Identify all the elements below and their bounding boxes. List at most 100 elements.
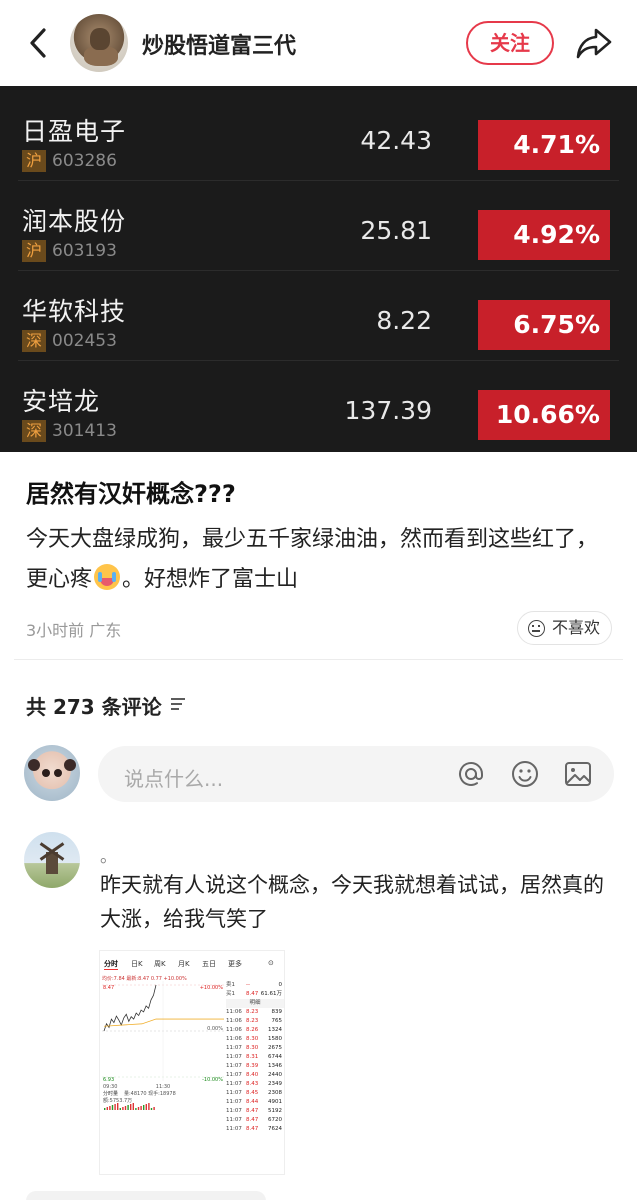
- stock-price: 25.81: [360, 216, 432, 245]
- book-cell: 1346: [268, 1063, 282, 1069]
- image-icon[interactable]: [563, 759, 593, 789]
- book-cell: 6720: [268, 1117, 282, 1123]
- exchange-badge: 深: [22, 420, 46, 442]
- volume-bar: [114, 1104, 116, 1110]
- book-cell: 11:07: [226, 1090, 242, 1096]
- book-cell: 2440: [268, 1072, 282, 1078]
- book-cell: 8.47: [246, 1117, 259, 1123]
- book-cell: 765: [271, 1018, 283, 1024]
- book-cell: 8.45: [246, 1090, 259, 1096]
- sort-icon[interactable]: [170, 697, 186, 711]
- volume-bar: [130, 1104, 132, 1110]
- volume-bar: [119, 1108, 121, 1110]
- stock-row[interactable]: 安培龙深 301413 137.39 10.66%: [0, 360, 637, 450]
- book-cell: 11:07: [226, 1045, 242, 1051]
- comment-count: 共 273 条评论: [26, 695, 162, 719]
- avatar-ear: [64, 759, 76, 771]
- trade-row: 11:07 8.47 6720: [226, 1116, 284, 1125]
- trade-row: 11:07 8.30 2675: [226, 1044, 284, 1053]
- share-icon[interactable]: [574, 24, 614, 62]
- bottom-input-pill[interactable]: [26, 1191, 266, 1200]
- my-avatar: [24, 745, 80, 801]
- volume-bar: [150, 1108, 153, 1110]
- chart-tab[interactable]: 更多: [228, 959, 242, 969]
- book-cell: 8.47: [246, 991, 259, 997]
- stock-row[interactable]: 华软科技深 002453 8.22 6.75%: [0, 270, 637, 360]
- trade-row: 11:07 8.31 6744: [226, 1053, 284, 1062]
- book-cell: 买1: [226, 991, 235, 997]
- volume-bar: [122, 1107, 124, 1110]
- book-cell: 7624: [268, 1126, 282, 1132]
- stock-code: 301413: [52, 421, 117, 441]
- volume-bar: [145, 1104, 147, 1110]
- comment-input-placeholder: 说点什么...: [124, 767, 224, 791]
- volume-bar: [140, 1106, 142, 1110]
- chart-mid-pct: 0.00%: [207, 1026, 223, 1032]
- avatar-eye: [54, 769, 62, 777]
- stock-code: 603286: [52, 151, 117, 171]
- crying-emoji-icon: [94, 564, 121, 590]
- volume-bar: [135, 1108, 137, 1110]
- book-cell: --: [246, 982, 250, 988]
- commenter-name[interactable]: 。: [100, 842, 117, 867]
- chart-tab[interactable]: 五日: [202, 959, 216, 969]
- volume-bar: [104, 1108, 106, 1110]
- book-cell: 11:06: [226, 1027, 242, 1033]
- chart-time-mid: 11:30: [156, 1084, 170, 1090]
- trade-row: 11:06 8.30 1580: [226, 1035, 284, 1044]
- exchange-badge: 沪: [22, 150, 46, 172]
- chart-top-price: 8.47: [103, 985, 114, 991]
- book-cell: 8.30: [246, 1045, 259, 1051]
- book-cell: 6744: [268, 1054, 282, 1060]
- book-cell: 卖1: [226, 982, 235, 988]
- detail-tab[interactable]: 明细: [226, 999, 284, 1008]
- book-cell: 8.26: [246, 1027, 259, 1033]
- book-cell: 2349: [268, 1081, 282, 1087]
- back-arrow-icon[interactable]: [22, 24, 56, 62]
- chart-bottom-price: 6.93: [103, 1077, 114, 1083]
- volume-bar: [148, 1103, 150, 1110]
- book-cell: 11:07: [226, 1117, 242, 1123]
- settings-icon[interactable]: ⊙: [268, 959, 274, 967]
- chart-tab[interactable]: 分时: [104, 959, 118, 970]
- commenter-avatar[interactable]: [24, 832, 80, 888]
- mention-icon[interactable]: [456, 759, 486, 789]
- book-cell: 11:07: [226, 1054, 242, 1060]
- book-cell: 11:07: [226, 1099, 242, 1105]
- trade-row: 11:06 8.26 1324: [226, 1026, 284, 1035]
- chart-vol-label: 分时量: [103, 1090, 118, 1097]
- comment-input[interactable]: 说点什么...: [98, 746, 614, 802]
- author-name[interactable]: 炒股悟道富三代: [142, 28, 296, 60]
- author-avatar[interactable]: [70, 14, 128, 72]
- volume-bar: [143, 1105, 145, 1110]
- book-cell: 11:07: [226, 1108, 242, 1114]
- book-cell: 61.61万: [260, 991, 282, 997]
- book-cell: 5192: [268, 1108, 282, 1114]
- trade-row: 11:07 8.45 2308: [226, 1089, 284, 1098]
- book-cell: 2308: [268, 1090, 282, 1096]
- follow-button[interactable]: 关注: [466, 21, 554, 65]
- emoji-icon[interactable]: [510, 759, 540, 789]
- dislike-label: 不喜欢: [552, 618, 601, 637]
- stock-change: 4.92%: [478, 210, 610, 260]
- stock-row[interactable]: 润本股份沪 603193 25.81 4.92%: [0, 180, 637, 270]
- post-body: 今天大盘绿成狗，最少五千家绿油油，然而看到这些红了，更心疼 。好想炸了富士山: [26, 520, 616, 600]
- chart-vol-info: 量:48170 现手:18978: [124, 1090, 176, 1097]
- volume-bar: [153, 1107, 155, 1110]
- avatar-ear: [28, 759, 40, 771]
- exchange-badge: 沪: [22, 240, 46, 262]
- comment-image[interactable]: 分时 日K 周K 月K 五日 更多 ⊙ 均价:7.84 最新:8.47 0.77 +10.0…: [99, 950, 285, 1175]
- stock-code: 002453: [52, 331, 117, 351]
- chart-tab[interactable]: 日K: [131, 959, 143, 969]
- volume-bar: [117, 1103, 119, 1110]
- book-cell: 0: [278, 982, 283, 988]
- stock-row[interactable]: 日盈电子沪 603286 42.43 4.71%: [0, 90, 637, 180]
- dislike-button[interactable]: 不喜欢: [517, 611, 612, 645]
- chart-tab[interactable]: 周K: [154, 959, 166, 969]
- book-cell: 11:07: [226, 1063, 242, 1069]
- chart-tab[interactable]: 月K: [178, 959, 190, 969]
- divider: [14, 659, 623, 660]
- stock-change: 6.75%: [478, 300, 610, 350]
- unhappy-face-icon: [528, 620, 545, 637]
- book-cell: 11:06: [226, 1036, 242, 1042]
